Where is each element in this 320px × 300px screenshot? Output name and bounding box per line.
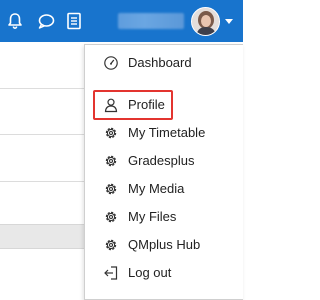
user-menu-dropdown: Dashboard Profile My Timetable Gradesplu…	[84, 44, 243, 300]
chevron-down-icon[interactable]	[225, 19, 233, 24]
logout-icon	[103, 265, 119, 281]
menu-item-label: My Media	[128, 181, 185, 196]
page-divider	[0, 88, 84, 89]
menu-item-dashboard[interactable]: Dashboard	[85, 49, 244, 76]
top-navbar	[0, 0, 243, 42]
menu-item-my-media[interactable]: My Media	[85, 175, 244, 202]
menu-item-label: Gradesplus	[128, 153, 195, 168]
menu-item-profile[interactable]: Profile	[85, 91, 244, 118]
grades-report-icon[interactable]	[64, 11, 84, 31]
menu-item-my-files[interactable]: My Files	[85, 203, 244, 230]
gauge-icon	[103, 55, 119, 71]
menu-item-label: Dashboard	[128, 55, 192, 70]
avatar[interactable]	[191, 7, 220, 36]
menu-item-gradesplus[interactable]: Gradesplus	[85, 147, 244, 174]
menu-item-label: Profile	[128, 97, 165, 112]
menu-item-label: My Files	[128, 209, 177, 224]
chat-bubble-icon[interactable]	[36, 11, 56, 31]
menu-item-label: QMplus Hub	[128, 237, 201, 252]
menu-item-label: Log out	[128, 265, 172, 280]
gear-icon	[103, 209, 119, 225]
user-icon	[103, 97, 119, 113]
gear-icon	[103, 153, 119, 169]
gear-icon	[103, 181, 119, 197]
bell-icon[interactable]	[5, 11, 25, 31]
menu-item-label: My Timetable	[128, 125, 206, 140]
menu-item-my-timetable[interactable]: My Timetable	[85, 119, 244, 146]
gear-icon	[103, 125, 119, 141]
user-name[interactable]	[118, 13, 184, 29]
menu-item-qmplus-hub[interactable]: QMplus Hub	[85, 231, 244, 258]
page-content-block	[0, 134, 84, 182]
menu-item-log-out[interactable]: Log out	[85, 259, 244, 286]
page-band	[0, 224, 84, 249]
gear-icon	[103, 237, 119, 253]
